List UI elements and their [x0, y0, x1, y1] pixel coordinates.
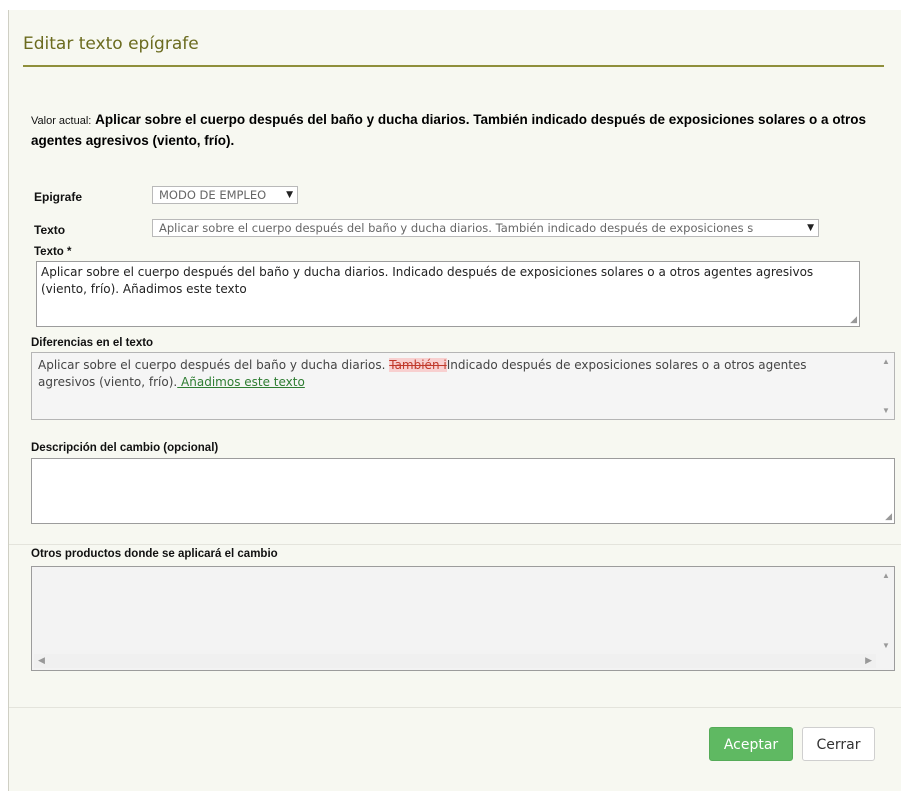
- description-textarea-value: [32, 459, 894, 463]
- resize-grip-icon[interactable]: ◢: [885, 511, 892, 522]
- diff-panel: Aplicar sobre el cuerpo después del baño…: [31, 352, 895, 420]
- diff-deleted-text: También i: [389, 358, 447, 372]
- scroll-up-icon[interactable]: ▲: [882, 571, 890, 580]
- current-value-label: Valor actual:: [31, 115, 92, 127]
- epigrafe-label: Epigrafe: [34, 190, 83, 204]
- current-value: Valor actual: Aplicar sobre el cuerpo de…: [31, 110, 891, 150]
- resize-grip-icon[interactable]: ◢: [850, 314, 857, 325]
- scroll-down-icon[interactable]: ▼: [882, 406, 890, 415]
- epigrafe-select[interactable]: MODO DE EMPLEO ▼: [152, 186, 298, 204]
- texto-select-label: Texto: [34, 223, 66, 237]
- footer-divider: [9, 707, 901, 708]
- current-value-text: Aplicar sobre el cuerpo después del baño…: [31, 112, 867, 148]
- scroll-left-icon[interactable]: ◀: [38, 655, 45, 666]
- accept-button[interactable]: Aceptar: [709, 727, 793, 761]
- texto-select-value: Aplicar sobre el cuerpo después del baño…: [159, 221, 754, 235]
- section-divider: [9, 544, 901, 545]
- diff-inserted-text: Añadimos este texto: [177, 375, 305, 389]
- texto-textarea[interactable]: Aplicar sobre el cuerpo después del baño…: [36, 261, 860, 327]
- texto-label: Texto *: [34, 246, 72, 258]
- products-label: Otros productos donde se aplicará el cam…: [31, 548, 278, 560]
- diff-label: Diferencias en el texto: [31, 337, 154, 349]
- diff-scrollbar[interactable]: ▲ ▼: [880, 355, 892, 417]
- close-button[interactable]: Cerrar: [802, 727, 875, 761]
- chevron-down-icon: ▼: [286, 190, 293, 200]
- products-vertical-scrollbar[interactable]: ▲ ▼: [880, 569, 892, 652]
- diff-unchanged-text: Aplicar sobre el cuerpo después del baño…: [38, 358, 390, 372]
- scroll-right-icon[interactable]: ▶: [865, 655, 872, 666]
- epigrafe-select-value: MODO DE EMPLEO: [159, 188, 267, 202]
- diff-text: Aplicar sobre el cuerpo después del baño…: [32, 353, 894, 395]
- scroll-up-icon[interactable]: ▲: [882, 357, 890, 366]
- scroll-down-icon[interactable]: ▼: [882, 641, 890, 650]
- products-horizontal-scrollbar[interactable]: ◀ ▶: [34, 654, 876, 668]
- description-label: Descripción del cambio (opcional): [31, 442, 219, 454]
- chevron-down-icon: ▼: [807, 223, 814, 233]
- title-divider: [23, 65, 884, 67]
- edit-epigraph-dialog: Editar texto epígrafe Valor actual: Apli…: [8, 10, 901, 791]
- texto-select[interactable]: Aplicar sobre el cuerpo después del baño…: [152, 219, 819, 237]
- description-textarea[interactable]: ◢: [31, 458, 895, 524]
- products-list[interactable]: ▲ ▼ ◀ ▶: [31, 566, 895, 671]
- texto-textarea-value: Aplicar sobre el cuerpo después del baño…: [41, 265, 814, 296]
- dialog-title: Editar texto epígrafe: [23, 34, 199, 54]
